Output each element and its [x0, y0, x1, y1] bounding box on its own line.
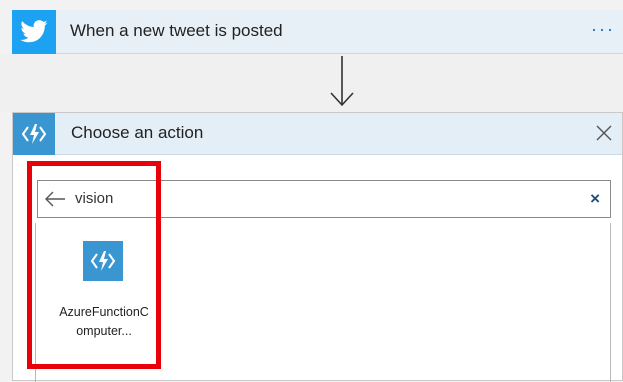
- trigger-title: When a new tweet is posted: [70, 21, 283, 40]
- more-options-button[interactable]: ···: [591, 19, 615, 40]
- results-list: AzureFunctionComputer...: [35, 223, 611, 382]
- down-arrow-icon: [330, 56, 354, 107]
- close-icon: [596, 125, 612, 141]
- search-value[interactable]: vision: [75, 190, 113, 207]
- action-icon-box: [13, 113, 55, 155]
- azure-function-icon: [22, 124, 46, 144]
- close-button[interactable]: [592, 121, 616, 145]
- twitter-icon-box: [12, 10, 56, 54]
- search-input[interactable]: vision ×: [37, 180, 611, 218]
- result-icon-box: [83, 241, 123, 281]
- action-header: Choose an action: [13, 113, 622, 155]
- step-connector: [0, 54, 623, 112]
- twitter-bird-icon: [20, 20, 48, 43]
- action-result-tile[interactable]: AzureFunctionComputer...: [56, 241, 152, 365]
- trigger-step-card[interactable]: When a new tweet is posted ···: [12, 10, 623, 54]
- clear-search-button[interactable]: ×: [590, 189, 600, 209]
- back-arrow-icon[interactable]: [44, 189, 66, 209]
- azure-function-icon: [91, 251, 115, 271]
- action-title: Choose an action: [71, 123, 204, 142]
- result-label: AzureFunctionComputer...: [59, 305, 149, 338]
- choose-action-panel: Choose an action vision × AzureFunctionC…: [12, 112, 623, 382]
